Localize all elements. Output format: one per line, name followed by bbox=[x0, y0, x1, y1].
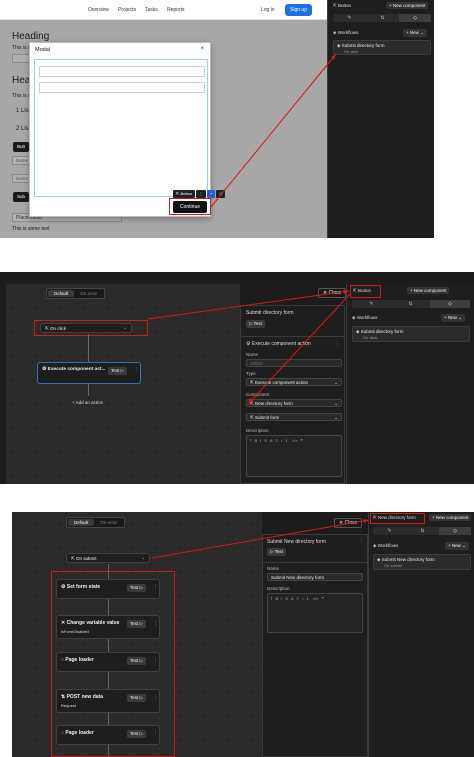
annotation-arrow-1 bbox=[210, 53, 337, 208]
annotation-arrow-3 bbox=[151, 519, 370, 559]
annotation-arrows-2 bbox=[147, 290, 351, 405]
